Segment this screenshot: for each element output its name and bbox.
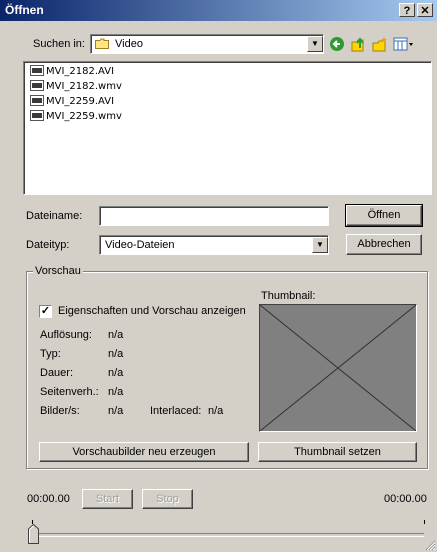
resolution-value: n/a bbox=[108, 329, 124, 341]
chevron-down-icon[interactable]: ▼ bbox=[312, 237, 328, 253]
filename-label: Dateiname: bbox=[26, 210, 83, 222]
resolution-label: Auflösung: bbox=[40, 329, 92, 341]
interlaced-label: Interlaced: bbox=[150, 405, 202, 417]
file-name: MVI_2259.AVI bbox=[46, 96, 115, 107]
time-end: 00:00.00 bbox=[384, 493, 427, 505]
thumbnail-label: Thumbnail: bbox=[261, 290, 316, 302]
open-button[interactable]: Öffnen bbox=[345, 204, 423, 227]
stop-button[interactable]: Stop bbox=[142, 489, 193, 509]
title-bar[interactable]: Öffnen ? ✕ bbox=[0, 0, 437, 21]
aspect-value: n/a bbox=[108, 386, 124, 398]
filetype-dropdown[interactable]: Video-Dateien ▼ bbox=[99, 235, 329, 255]
slider-track bbox=[32, 533, 424, 537]
list-item[interactable]: MVI_2182.wmv bbox=[30, 80, 122, 94]
interlaced-value: n/a bbox=[208, 405, 224, 417]
filename-field[interactable] bbox=[99, 206, 329, 226]
duration-value: n/a bbox=[108, 367, 124, 379]
list-item[interactable]: MVI_2182.AVI bbox=[30, 65, 114, 79]
type-label: Typ: bbox=[40, 348, 61, 360]
video-file-icon bbox=[30, 95, 44, 106]
size-grip-icon[interactable] bbox=[424, 539, 436, 551]
cancel-button[interactable]: Abbrechen bbox=[346, 234, 422, 255]
view-menu-icon[interactable] bbox=[393, 36, 415, 52]
aspect-label: Seitenverh.: bbox=[40, 386, 99, 398]
list-item[interactable]: MVI_2259.wmv bbox=[30, 110, 122, 124]
file-name: MVI_2259.wmv bbox=[46, 111, 122, 122]
file-list[interactable]: MVI_2182.AVI MVI_2182.wmv MVI_2259.AVI M… bbox=[23, 61, 432, 195]
close-button[interactable]: ✕ bbox=[417, 3, 433, 17]
window-title: Öffnen bbox=[5, 3, 44, 17]
filetype-value: Video-Dateien bbox=[105, 239, 175, 251]
type-value: n/a bbox=[108, 348, 124, 360]
chevron-down-icon[interactable]: ▼ bbox=[307, 36, 323, 52]
slider-tick bbox=[424, 520, 425, 524]
folder-icon bbox=[95, 38, 109, 49]
seek-slider[interactable] bbox=[28, 517, 428, 545]
show-preview-label: Eigenschaften und Vorschau anzeigen bbox=[58, 305, 246, 317]
show-preview-checkbox[interactable]: ✓ bbox=[39, 305, 52, 318]
start-button[interactable]: Start bbox=[82, 489, 133, 509]
video-file-icon bbox=[30, 110, 44, 121]
preview-group-label: Vorschau bbox=[33, 265, 83, 277]
duration-label: Dauer: bbox=[40, 367, 74, 379]
fps-label: Bilder/s: bbox=[40, 405, 80, 417]
back-icon[interactable] bbox=[329, 36, 345, 52]
slider-thumb[interactable] bbox=[28, 523, 39, 544]
video-file-icon bbox=[30, 80, 44, 91]
generate-thumbnails-button[interactable]: Vorschaubilder neu erzeugen bbox=[39, 442, 249, 462]
help-button[interactable]: ? bbox=[399, 3, 415, 17]
lookin-dropdown[interactable]: Video ▼ bbox=[90, 34, 324, 54]
open-dialog: Öffnen ? ✕ Suchen in: Video ▼ MVI_2182.A… bbox=[0, 0, 437, 552]
set-thumbnail-button[interactable]: Thumbnail setzen bbox=[258, 442, 417, 462]
video-file-icon bbox=[30, 65, 44, 76]
lookin-value: Video bbox=[115, 38, 143, 50]
filetype-label: Dateityp: bbox=[26, 239, 70, 251]
thumbnail-preview bbox=[259, 304, 417, 432]
file-name: MVI_2182.AVI bbox=[46, 66, 115, 77]
new-folder-icon[interactable] bbox=[372, 36, 388, 52]
time-start: 00:00.00 bbox=[27, 493, 70, 505]
lookin-label: Suchen in: bbox=[33, 38, 85, 50]
list-item[interactable]: MVI_2259.AVI bbox=[30, 95, 114, 109]
up-folder-icon[interactable] bbox=[351, 36, 367, 52]
fps-value: n/a bbox=[108, 405, 124, 417]
file-name: MVI_2182.wmv bbox=[46, 81, 122, 92]
